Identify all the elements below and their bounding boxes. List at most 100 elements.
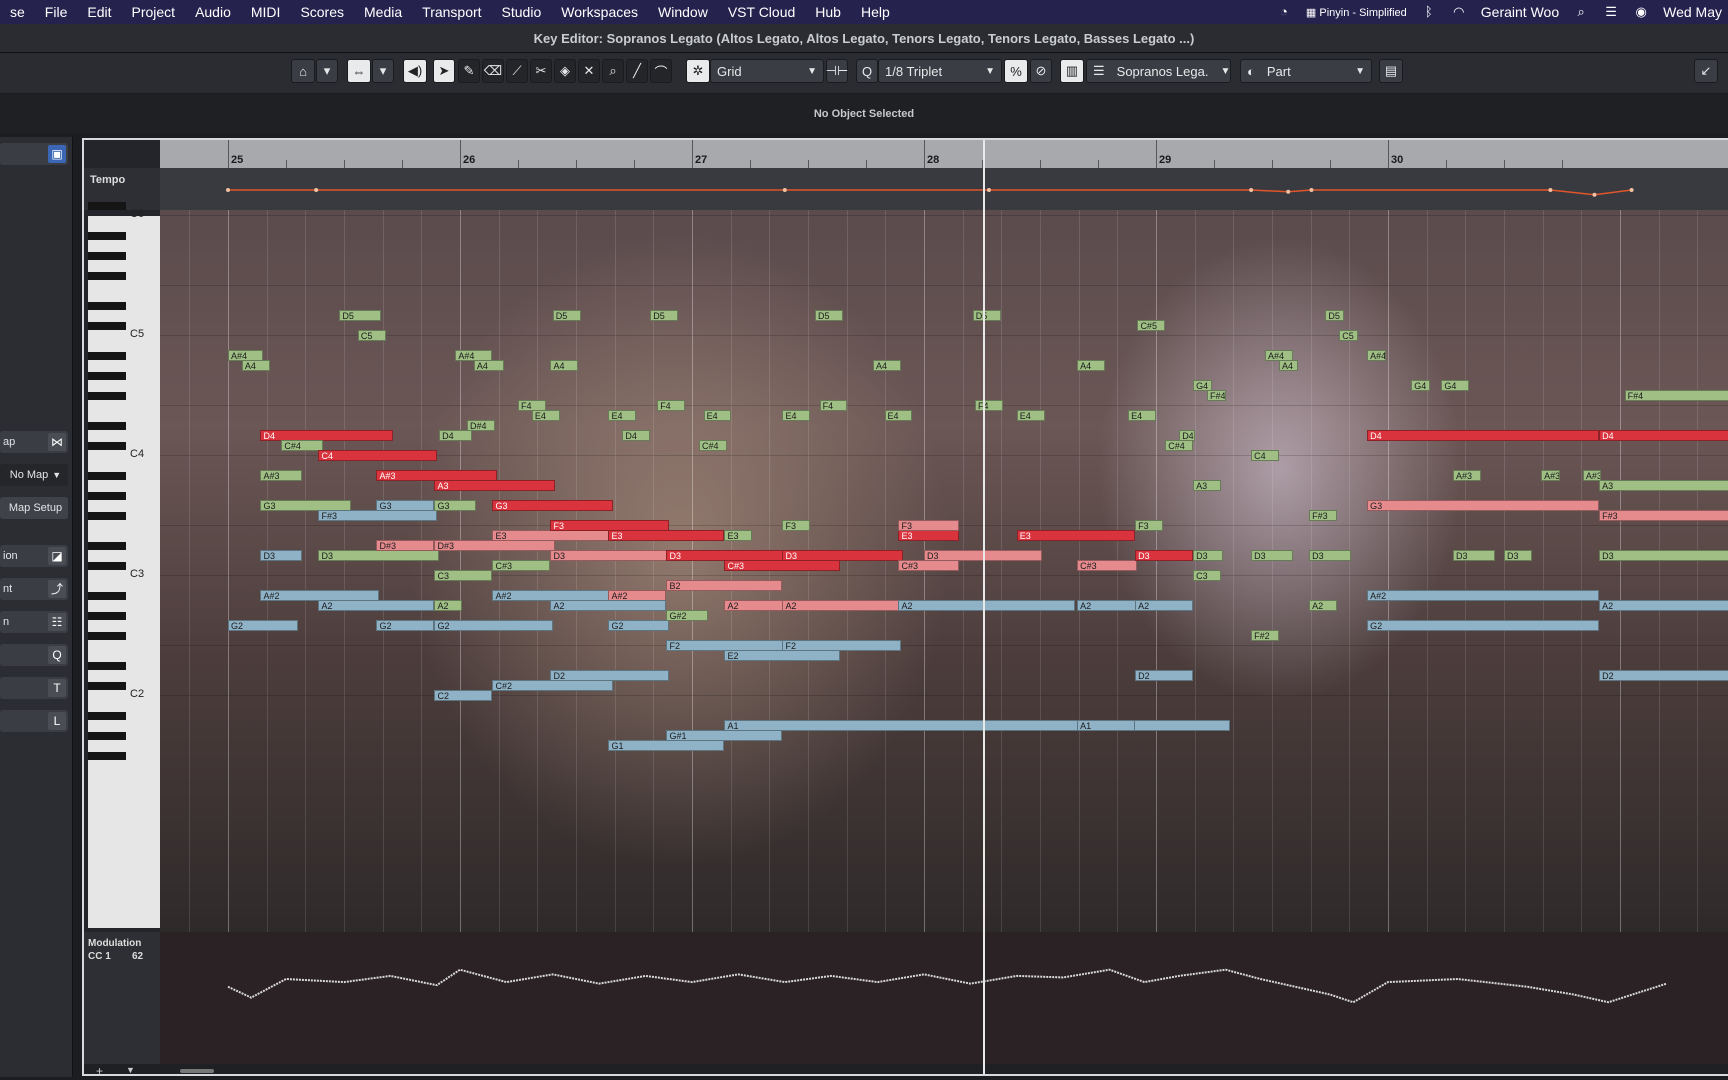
acoustic-feedback-button[interactable]: ◀) (403, 59, 427, 83)
quantize-button[interactable]: Q (856, 59, 878, 83)
clock[interactable]: Wed May (1663, 4, 1722, 20)
midi-note[interactable]: D5 (552, 310, 581, 321)
midi-note[interactable]: A2 (1077, 600, 1138, 611)
menu-item-file[interactable]: File (35, 4, 78, 20)
expression-map-icon[interactable]: ⋈ (48, 433, 66, 451)
midi-note[interactable]: F#4 (1624, 390, 1728, 401)
black-key[interactable] (88, 542, 126, 550)
midi-note[interactable]: A#3 (1541, 470, 1560, 481)
activity-icon[interactable]: ◔ (1276, 4, 1292, 20)
midi-note[interactable]: A#3 (1452, 470, 1481, 481)
iterative-quantize-button[interactable]: % (1004, 59, 1028, 83)
inspector-section-3[interactable]: n ☷ (0, 611, 68, 633)
midi-note[interactable]: G3 (376, 500, 435, 511)
black-key[interactable] (88, 632, 126, 640)
midi-note[interactable]: D3 (1599, 550, 1728, 561)
black-key[interactable] (88, 232, 126, 240)
midi-note[interactable]: D3 (782, 550, 904, 561)
midi-note[interactable]: E2 (724, 650, 841, 661)
project-cursor[interactable] (983, 140, 985, 1074)
tempo-point[interactable] (1629, 188, 1634, 192)
menu-item-help[interactable]: Help (851, 4, 900, 20)
midi-note[interactable]: G3 (434, 500, 477, 511)
controller-name[interactable]: Modulation (88, 938, 141, 949)
midi-note[interactable]: E4 (1128, 410, 1156, 421)
inspector-header[interactable]: ▣ (0, 143, 68, 165)
midi-note[interactable]: C#4 (698, 440, 727, 451)
menu-item-workspaces[interactable]: Workspaces (551, 4, 648, 20)
midi-note[interactable]: E4 (608, 410, 637, 421)
menu-item-window[interactable]: Window (648, 4, 718, 20)
midi-note[interactable]: F3 (1135, 520, 1163, 531)
step-input-button[interactable]: ▤ (1379, 59, 1403, 83)
midi-note[interactable]: G4 (1411, 380, 1430, 391)
tempo-point[interactable] (986, 188, 991, 192)
solo-dropdown[interactable]: ▾ (316, 59, 338, 83)
note-expression-icon[interactable]: ◪ (48, 547, 66, 565)
midi-note[interactable]: G1 (608, 740, 725, 751)
midi-note[interactable]: D4 (622, 430, 651, 441)
menu-item-edit[interactable]: Edit (77, 4, 121, 20)
trim-tool[interactable]: ⟋ (506, 59, 528, 83)
midi-note[interactable]: F#3 (1599, 510, 1728, 521)
black-key[interactable] (88, 732, 126, 740)
transpose-section[interactable]: T (0, 677, 68, 699)
midi-note[interactable]: F4 (819, 400, 848, 411)
midi-note[interactable]: C#3 (1077, 560, 1138, 571)
midi-note[interactable]: G2 (376, 620, 435, 631)
black-key[interactable] (88, 422, 126, 430)
midi-note[interactable]: A2 (782, 600, 904, 611)
black-key[interactable] (88, 392, 126, 400)
control-center-icon[interactable]: ☰ (1603, 4, 1619, 20)
midi-note[interactable]: C#2 (492, 680, 614, 691)
black-key[interactable] (88, 252, 126, 260)
black-key[interactable] (88, 662, 126, 670)
edit-active-part-button[interactable]: ▥ (1060, 59, 1084, 83)
midi-note[interactable]: A4 (872, 360, 901, 371)
curve-tool[interactable]: ⌒ (650, 59, 672, 83)
midi-note[interactable]: D#3 (376, 540, 435, 551)
black-key[interactable] (88, 442, 126, 450)
midi-note[interactable]: G#1 (666, 730, 783, 741)
midi-note[interactable]: A3 (434, 480, 556, 491)
black-key[interactable] (88, 472, 126, 480)
midi-note[interactable]: D2 (550, 670, 669, 681)
midi-note[interactable]: A4 (473, 360, 505, 371)
midi-note[interactable]: A3 (1599, 480, 1728, 491)
black-key[interactable] (88, 562, 126, 570)
menu-item-studio[interactable]: Studio (492, 4, 552, 20)
midi-note[interactable]: D3 (1193, 550, 1224, 561)
midi-note[interactable]: D3 (550, 550, 669, 561)
midi-note[interactable]: C3 (1193, 570, 1221, 581)
glue-tool[interactable]: ◈ (554, 59, 576, 83)
midi-note[interactable]: C#4 (1165, 440, 1194, 451)
midi-note[interactable]: D2 (1135, 670, 1194, 681)
midi-note[interactable]: A4 (1077, 360, 1105, 371)
split-tool[interactable]: ✂ (530, 59, 552, 83)
black-key[interactable] (88, 512, 126, 520)
menu-item-hub[interactable]: Hub (805, 4, 851, 20)
midi-note[interactable]: A1 (724, 720, 1231, 731)
midi-note[interactable]: C2 (434, 690, 493, 701)
expression-map-row[interactable]: ap ⋈ (0, 431, 68, 453)
line-tool[interactable]: ╱ (626, 59, 648, 83)
midi-note[interactable]: F4 (657, 400, 686, 411)
midi-note[interactable]: A2 (898, 600, 1075, 611)
black-key[interactable] (88, 372, 126, 380)
midi-note[interactable]: C#3 (898, 560, 959, 571)
midi-note[interactable]: D3 (1135, 550, 1194, 561)
midi-note[interactable]: D#4 (466, 420, 495, 431)
midi-note[interactable]: A4 (1278, 360, 1298, 371)
midi-note[interactable]: A2 (1135, 600, 1194, 611)
menu-item-vst-cloud[interactable]: VST Cloud (718, 4, 805, 20)
menu-item-audio[interactable]: Audio (185, 4, 241, 20)
siri-icon[interactable]: ◉ (1633, 4, 1649, 20)
bluetooth-icon[interactable]: ᛒ (1421, 4, 1437, 20)
midi-note[interactable]: G#2 (666, 610, 709, 621)
midi-note[interactable]: E4 (884, 410, 913, 421)
midi-note[interactable]: A2 (550, 600, 667, 611)
mute-tool[interactable]: ✕ (578, 59, 600, 83)
midi-note[interactable]: E3 (608, 530, 725, 541)
midi-note[interactable]: G2 (608, 620, 669, 631)
midi-note[interactable]: G2 (228, 620, 298, 631)
